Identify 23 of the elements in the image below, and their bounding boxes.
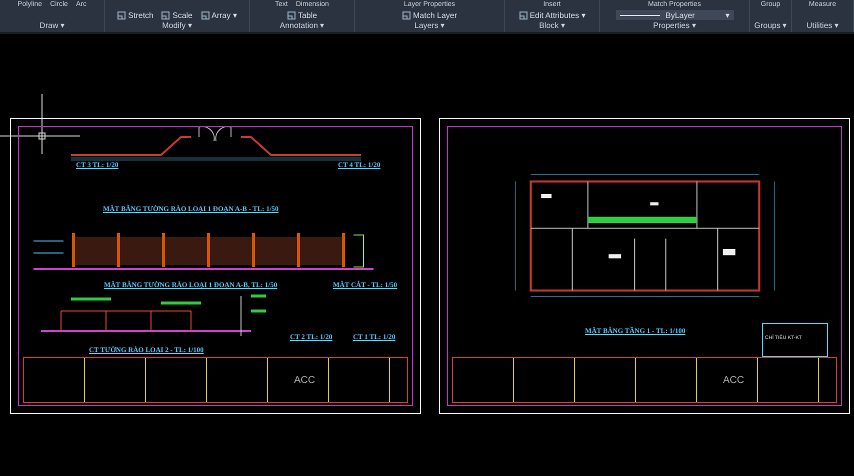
- company-name: ACC: [723, 374, 744, 386]
- panel-label[interactable]: Annotation ▾: [280, 21, 324, 31]
- panel-label[interactable]: Block ▾: [539, 21, 565, 31]
- ribbon-tool[interactable]: Scale: [161, 10, 192, 20]
- tool-icon: [200, 10, 210, 20]
- tool-icon: [286, 10, 296, 20]
- tool-icon: [117, 10, 126, 20]
- lineweight-dropdown[interactable]: ByLayer ▾: [616, 10, 734, 20]
- ribbon-tool[interactable]: Match Layer: [402, 10, 458, 20]
- tool-icon: [161, 10, 170, 20]
- panel-label[interactable]: Utilities ▾: [806, 21, 838, 31]
- ribbon-tool[interactable]: Edit Attributes ▾: [518, 10, 586, 20]
- tool-icon: [518, 10, 528, 20]
- panel-label[interactable]: Modify ▾: [162, 21, 192, 31]
- ribbon-tool[interactable]: Array ▾: [200, 10, 237, 20]
- company-name: ACC: [294, 374, 316, 386]
- ribbon-tool[interactable]: Table: [286, 10, 318, 20]
- panel-label[interactable]: Properties ▾: [653, 21, 696, 31]
- ribbon-tool[interactable]: Stretch: [117, 10, 154, 20]
- panel-label[interactable]: Layers ▾: [414, 21, 445, 31]
- panel-label[interactable]: Groups ▾: [754, 21, 787, 31]
- panel-label[interactable]: Draw ▾: [40, 21, 64, 31]
- tool-icon: [402, 10, 411, 20]
